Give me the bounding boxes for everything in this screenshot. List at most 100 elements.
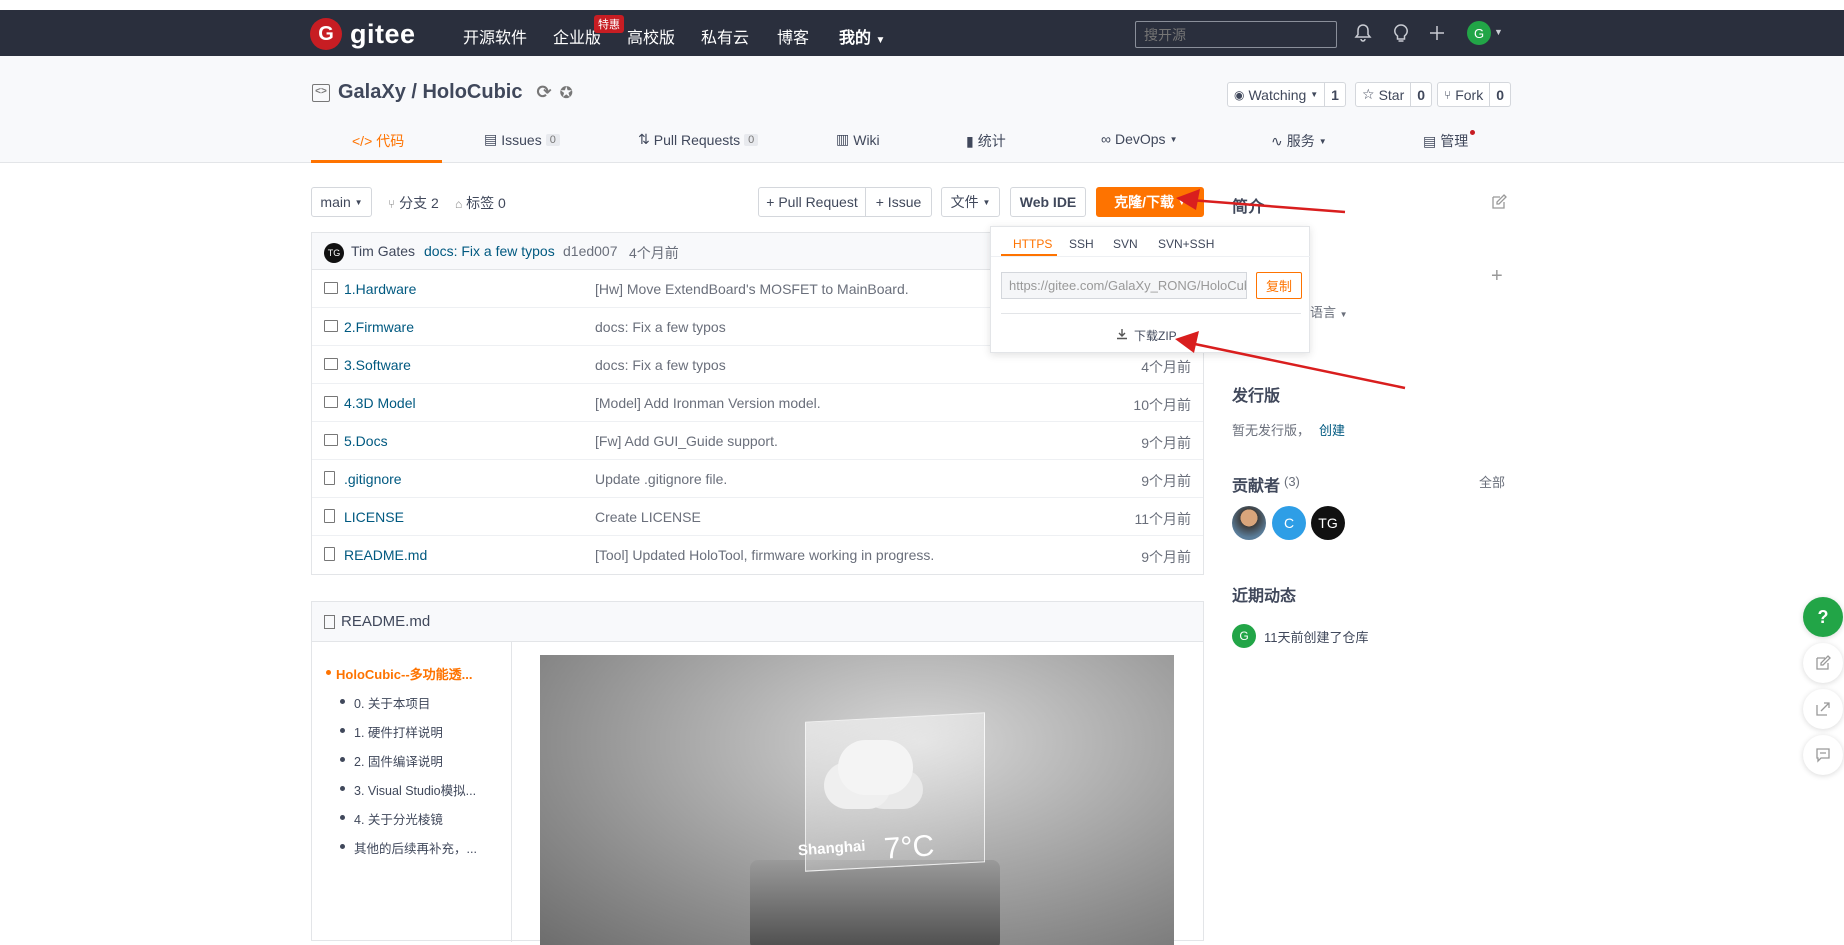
contributors-all-link[interactable]: 全部 xyxy=(1479,472,1505,491)
pull-request-button[interactable]: + Pull Request xyxy=(758,187,866,217)
file-commit-message[interactable]: Create LICENSE xyxy=(595,509,701,525)
top-navbar: G gitee 开源软件 企业版 特惠 高校版 私有云 博客 我的 ▼ G ▼ xyxy=(0,10,1844,56)
tab-svn[interactable]: SVN xyxy=(1113,237,1138,251)
contributor-avatar[interactable] xyxy=(1232,506,1266,540)
branch-select[interactable]: main ▼ xyxy=(311,187,372,217)
clone-download-button[interactable]: 克隆/下载 ▼ xyxy=(1096,187,1204,217)
file-name[interactable]: .gitignore xyxy=(344,471,402,487)
tab-code[interactable]: </> 代码 xyxy=(352,131,404,151)
file-commit-message[interactable]: [Fw] Add GUI_Guide support. xyxy=(595,433,778,449)
tab-wiki[interactable]: ▥ Wiki xyxy=(836,131,880,148)
share-icon[interactable] xyxy=(1803,689,1843,729)
plus-icon[interactable] xyxy=(1428,23,1446,49)
file-name[interactable]: LICENSE xyxy=(344,509,404,525)
chevron-down-icon: ▼ xyxy=(1169,134,1178,144)
web-ide-button[interactable]: Web IDE xyxy=(1010,187,1086,217)
file-commit-message[interactable]: [Hw] Move ExtendBoard's MOSFET to MainBo… xyxy=(595,281,909,297)
toc-item[interactable]: 其他的后续再补充，... xyxy=(336,838,511,857)
file-icon xyxy=(324,471,335,485)
file-name[interactable]: 2.Firmware xyxy=(344,319,414,335)
sync-icon[interactable]: ⟳ xyxy=(536,82,551,103)
repo-name[interactable]: GalaXy / HoloCubic xyxy=(338,81,522,104)
nav-education[interactable]: 高校版 xyxy=(627,24,675,48)
tab-ssh[interactable]: SSH xyxy=(1069,237,1094,251)
plus-icon[interactable]: + xyxy=(1491,265,1503,288)
file-commit-message[interactable]: docs: Fix a few typos xyxy=(595,357,726,373)
divider xyxy=(991,256,1311,257)
chevron-down-icon: ▼ xyxy=(982,197,991,207)
tab-devops[interactable]: ∞ DevOps ▼ xyxy=(1101,131,1177,147)
commit-author[interactable]: Tim Gates xyxy=(351,243,415,259)
feedback-icon[interactable] xyxy=(1803,643,1843,683)
tab-services[interactable]: ∿ 服务 ▼ xyxy=(1271,131,1327,151)
commit-message[interactable]: docs: Fix a few typos xyxy=(424,243,555,259)
folder-icon xyxy=(324,396,338,408)
file-icon xyxy=(324,509,335,523)
star-button[interactable]: ☆ Star 0 xyxy=(1355,82,1433,107)
logo-text: gitee xyxy=(350,18,416,49)
user-avatar[interactable]: G xyxy=(1467,21,1491,45)
file-name[interactable]: README.md xyxy=(344,547,427,563)
active-tab-indicator xyxy=(1001,254,1057,256)
nav-blog[interactable]: 博客 xyxy=(777,24,809,48)
branches-link[interactable]: ⑂ 分支 2 xyxy=(388,193,439,213)
readme-title[interactable]: README.md xyxy=(341,613,430,630)
tab-svn-ssh[interactable]: SVN+SSH xyxy=(1158,237,1214,251)
star-count: 0 xyxy=(1417,86,1426,103)
tags-link[interactable]: ⌂ 标签 0 xyxy=(455,193,506,213)
folder-icon xyxy=(324,320,338,332)
tab-stats[interactable]: ▮ 统计 xyxy=(966,131,1006,151)
badge-icon[interactable]: ✪ xyxy=(560,83,573,103)
tab-pull-requests[interactable]: ⇅ Pull Requests 0 xyxy=(638,131,759,148)
file-name[interactable]: 1.Hardware xyxy=(344,281,416,297)
commit-author-avatar[interactable]: TG xyxy=(324,243,344,263)
download-zip-button[interactable]: 下载ZIP xyxy=(1116,327,1177,344)
file-icon xyxy=(324,614,335,629)
tab-https[interactable]: HTTPS xyxy=(1013,237,1052,251)
search-input[interactable] xyxy=(1135,21,1337,48)
contributor-avatar[interactable]: TG xyxy=(1311,506,1345,540)
eye-icon: ◉ xyxy=(1234,87,1245,102)
file-commit-message[interactable]: docs: Fix a few typos xyxy=(595,319,726,335)
watch-button[interactable]: ◉ Watching ▼ 1 xyxy=(1227,82,1346,107)
branches-label: 分支 2 xyxy=(399,195,439,211)
copy-button[interactable]: 复制 xyxy=(1256,272,1302,299)
toc-item[interactable]: 1. 硬件打样说明 xyxy=(336,722,511,741)
file-name[interactable]: 4.3D Model xyxy=(344,395,416,411)
files-button[interactable]: 文件 ▼ xyxy=(941,187,1000,217)
nav-open-source[interactable]: 开源软件 xyxy=(463,24,527,48)
star-icon: ☆ xyxy=(1362,86,1375,102)
toc-heading[interactable]: HoloCubic--多功能透... xyxy=(312,664,511,683)
toc-item[interactable]: 4. 关于分光棱镜 xyxy=(336,809,511,828)
chevron-down-icon[interactable]: ▼ xyxy=(1494,27,1503,37)
tab-manage[interactable]: ▤ 管理 xyxy=(1423,131,1468,151)
file-time: 11个月前 xyxy=(1134,511,1191,527)
file-name[interactable]: 5.Docs xyxy=(344,433,388,449)
activity-title: 近期动态 xyxy=(1232,588,1297,605)
activity-avatar[interactable]: G xyxy=(1232,624,1256,648)
file-commit-message[interactable]: [Tool] Updated HoloTool, firmware workin… xyxy=(595,547,934,563)
star-label: Star xyxy=(1378,86,1405,103)
file-name[interactable]: 3.Software xyxy=(344,357,411,373)
file-commit-message[interactable]: Update .gitignore file. xyxy=(595,471,727,487)
toc-item[interactable]: 2. 固件编译说明 xyxy=(336,751,511,770)
help-icon[interactable]: ? xyxy=(1803,597,1843,637)
toc-item[interactable]: 3. Visual Studio模拟... xyxy=(336,780,511,799)
clone-url-field[interactable]: https://gitee.com/GalaXy_RONG/HoloCubic.… xyxy=(1001,272,1247,299)
contributor-avatar[interactable]: C xyxy=(1272,506,1306,540)
toc-item[interactable]: 0. 关于本项目 xyxy=(336,693,511,712)
language-select[interactable]: 语言 ▼ xyxy=(1310,302,1348,321)
edit-icon[interactable] xyxy=(1491,194,1507,213)
nav-mine[interactable]: 我的 ▼ xyxy=(839,24,885,48)
bell-icon[interactable] xyxy=(1354,23,1372,49)
create-release-link[interactable]: 创建 xyxy=(1319,420,1345,439)
commit-hash[interactable]: d1ed007 xyxy=(563,243,618,259)
bulb-icon[interactable] xyxy=(1392,23,1410,49)
tab-issues[interactable]: ▤ Issues 0 xyxy=(484,131,560,148)
file-commit-message[interactable]: [Model] Add Ironman Version model. xyxy=(595,395,821,411)
comment-icon[interactable] xyxy=(1803,735,1843,775)
nav-private-cloud[interactable]: 私有云 xyxy=(701,24,749,48)
fork-button[interactable]: ⑂ Fork 0 xyxy=(1437,82,1511,107)
gitee-logo[interactable]: G gitee xyxy=(310,18,416,50)
issue-button[interactable]: + Issue xyxy=(865,187,932,217)
